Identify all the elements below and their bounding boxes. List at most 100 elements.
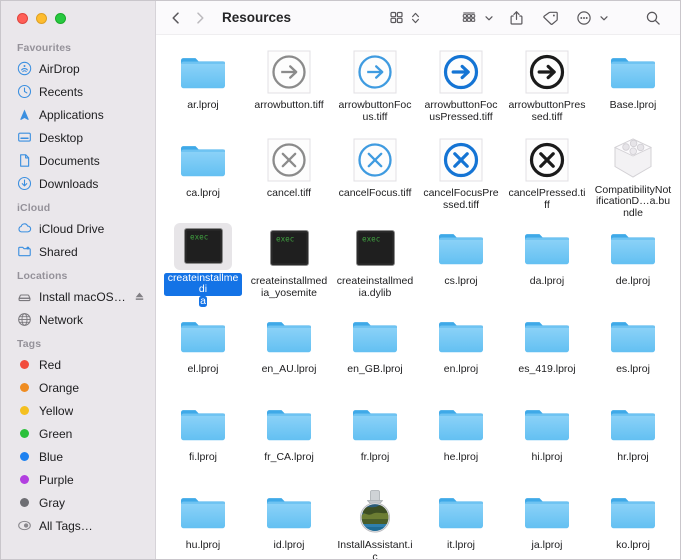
file-item[interactable]: cancelFocus.tiff xyxy=(332,131,418,219)
file-item[interactable]: InstallAssistant.ic xyxy=(332,483,418,559)
grid-view-icon[interactable] xyxy=(383,6,409,30)
file-item[interactable]: hu.lproj xyxy=(160,483,246,559)
search-icon[interactable] xyxy=(640,6,666,30)
file-name-label[interactable]: es_419.lproj xyxy=(518,364,575,376)
file-name-label[interactable]: cancel.tiff xyxy=(267,188,311,200)
file-item[interactable]: da.lproj xyxy=(504,219,590,307)
file-name-label[interactable]: fi.lproj xyxy=(189,452,217,464)
file-item[interactable]: el.lproj xyxy=(160,307,246,395)
sidebar-item-documents[interactable]: Documents xyxy=(1,149,155,172)
sidebar-item-airdrop[interactable]: AirDrop xyxy=(1,57,155,80)
file-item[interactable]: de.lproj xyxy=(590,219,676,307)
group-by-control[interactable] xyxy=(456,6,495,30)
file-item[interactable]: arrowbuttonPressed.tiff xyxy=(504,43,590,131)
file-item[interactable]: exec createinstallmedia.dylib xyxy=(332,219,418,307)
sidebar-item-shared[interactable]: Shared xyxy=(1,240,155,263)
sidebar-item-purple[interactable]: Purple xyxy=(1,468,155,491)
file-name-label[interactable]: ja.lproj xyxy=(532,540,563,552)
sidebar-item-desktop[interactable]: Desktop xyxy=(1,126,155,149)
sidebar-item-blue[interactable]: Blue xyxy=(1,445,155,468)
file-item[interactable]: en_GB.lproj xyxy=(332,307,418,395)
sidebar-item-downloads[interactable]: Downloads xyxy=(1,172,155,195)
file-name-label[interactable]: en_AU.lproj xyxy=(262,364,317,376)
file-name-label[interactable]: hr.lproj xyxy=(617,452,649,464)
file-name-label[interactable]: Base.lproj xyxy=(610,100,657,112)
file-name-label[interactable]: cs.lproj xyxy=(444,276,477,288)
file-name-label[interactable]: CompatibilityNotificationD…a.bundle xyxy=(594,185,672,220)
sidebar-item-orange[interactable]: Orange xyxy=(1,376,155,399)
sidebar-item-all-tags[interactable]: All Tags… xyxy=(1,514,155,537)
file-name-label[interactable]: ar.lproj xyxy=(187,100,219,112)
file-item[interactable]: ko.lproj xyxy=(590,483,676,559)
file-name-label[interactable]: arrowbuttonFocus.tiff xyxy=(336,100,414,123)
file-name-label[interactable]: arrowbuttonPressed.tiff xyxy=(508,100,586,123)
breadcrumb[interactable]: Resources xyxy=(222,10,291,25)
file-name-label[interactable]: createinstallmedia_yosemite xyxy=(250,276,328,299)
file-name-label[interactable]: fr.lproj xyxy=(361,452,390,464)
file-name-label[interactable]: hu.lproj xyxy=(186,540,220,552)
group-by-icon[interactable] xyxy=(456,6,482,30)
tag-icon[interactable] xyxy=(537,6,563,30)
file-name-label[interactable]: el.lproj xyxy=(188,364,219,376)
file-item[interactable]: fr.lproj xyxy=(332,395,418,483)
file-name-label[interactable]: da.lproj xyxy=(530,276,564,288)
chevron-down-icon[interactable] xyxy=(482,6,495,30)
file-name-label[interactable]: ko.lproj xyxy=(616,540,650,552)
file-name-label[interactable]: en.lproj xyxy=(444,364,478,376)
file-item[interactable]: en_AU.lproj xyxy=(246,307,332,395)
file-item[interactable]: it.lproj xyxy=(418,483,504,559)
sidebar-item-applications[interactable]: Applications xyxy=(1,103,155,126)
zoom-button[interactable] xyxy=(55,13,66,24)
file-item[interactable]: arrowbuttonFocusPressed.tiff xyxy=(418,43,504,131)
file-item[interactable]: ca.lproj xyxy=(160,131,246,219)
minimize-button[interactable] xyxy=(36,13,47,24)
chevron-down-icon[interactable] xyxy=(597,6,610,30)
file-item[interactable]: ar.lproj xyxy=(160,43,246,131)
file-item[interactable]: exec createinstallmedia_yosemite xyxy=(246,219,332,307)
sidebar-item-install-macos-bi[interactable]: Install macOS Bi… xyxy=(1,285,155,308)
file-item[interactable]: Base.lproj xyxy=(590,43,676,131)
eject-icon[interactable] xyxy=(134,291,145,302)
file-item[interactable]: ja.lproj xyxy=(504,483,590,559)
sidebar-item-gray[interactable]: Gray xyxy=(1,491,155,514)
file-name-label[interactable]: InstallAssistant.ic xyxy=(336,540,414,559)
file-name-label[interactable]: de.lproj xyxy=(616,276,650,288)
file-name-label[interactable]: createinstallmedia xyxy=(164,273,242,308)
sidebar-item-yellow[interactable]: Yellow xyxy=(1,399,155,422)
file-name-label[interactable]: createinstallmedia.dylib xyxy=(336,276,414,299)
back-button[interactable] xyxy=(164,6,188,30)
file-item[interactable]: fr_CA.lproj xyxy=(246,395,332,483)
file-item[interactable]: exec createinstallmedia xyxy=(160,219,246,307)
file-name-label[interactable]: cancelFocus.tiff xyxy=(339,188,412,200)
sidebar-item-recents[interactable]: Recents xyxy=(1,80,155,103)
file-name-label[interactable]: fr_CA.lproj xyxy=(264,452,314,464)
file-item[interactable]: fi.lproj xyxy=(160,395,246,483)
sidebar-item-network[interactable]: Network xyxy=(1,308,155,331)
close-button[interactable] xyxy=(17,13,28,24)
file-name-label[interactable]: arrowbutton.tiff xyxy=(254,100,323,112)
sidebar-item-green[interactable]: Green xyxy=(1,422,155,445)
file-grid[interactable]: ar.lproj arrowbutton.tiff arrowbuttonFoc… xyxy=(156,35,680,559)
file-item[interactable]: CompatibilityNotificationD…a.bundle xyxy=(590,131,676,219)
file-item[interactable]: cancelFocusPressed.tiff xyxy=(418,131,504,219)
file-name-label[interactable]: it.lproj xyxy=(447,540,475,552)
file-item[interactable]: es_419.lproj xyxy=(504,307,590,395)
file-item[interactable]: he.lproj xyxy=(418,395,504,483)
file-name-label[interactable]: cancelPressed.tiff xyxy=(508,188,586,211)
forward-button[interactable] xyxy=(188,6,212,30)
file-item[interactable]: id.lproj xyxy=(246,483,332,559)
file-name-label[interactable]: he.lproj xyxy=(444,452,478,464)
sidebar-item-icloud-drive[interactable]: iCloud Drive xyxy=(1,217,155,240)
view-switcher[interactable] xyxy=(383,6,422,30)
file-item[interactable]: arrowbuttonFocus.tiff xyxy=(332,43,418,131)
file-name-label[interactable]: cancelFocusPressed.tiff xyxy=(422,188,500,211)
file-name-label[interactable]: id.lproj xyxy=(274,540,305,552)
file-item[interactable]: hi.lproj xyxy=(504,395,590,483)
more-ellipsis-icon[interactable] xyxy=(571,6,597,30)
file-item[interactable]: cancel.tiff xyxy=(246,131,332,219)
file-name-label[interactable]: hi.lproj xyxy=(532,452,563,464)
file-name-label[interactable]: es.lproj xyxy=(616,364,650,376)
file-name-label[interactable]: ca.lproj xyxy=(186,188,220,200)
file-item[interactable]: es.lproj xyxy=(590,307,676,395)
share-icon[interactable] xyxy=(503,6,529,30)
